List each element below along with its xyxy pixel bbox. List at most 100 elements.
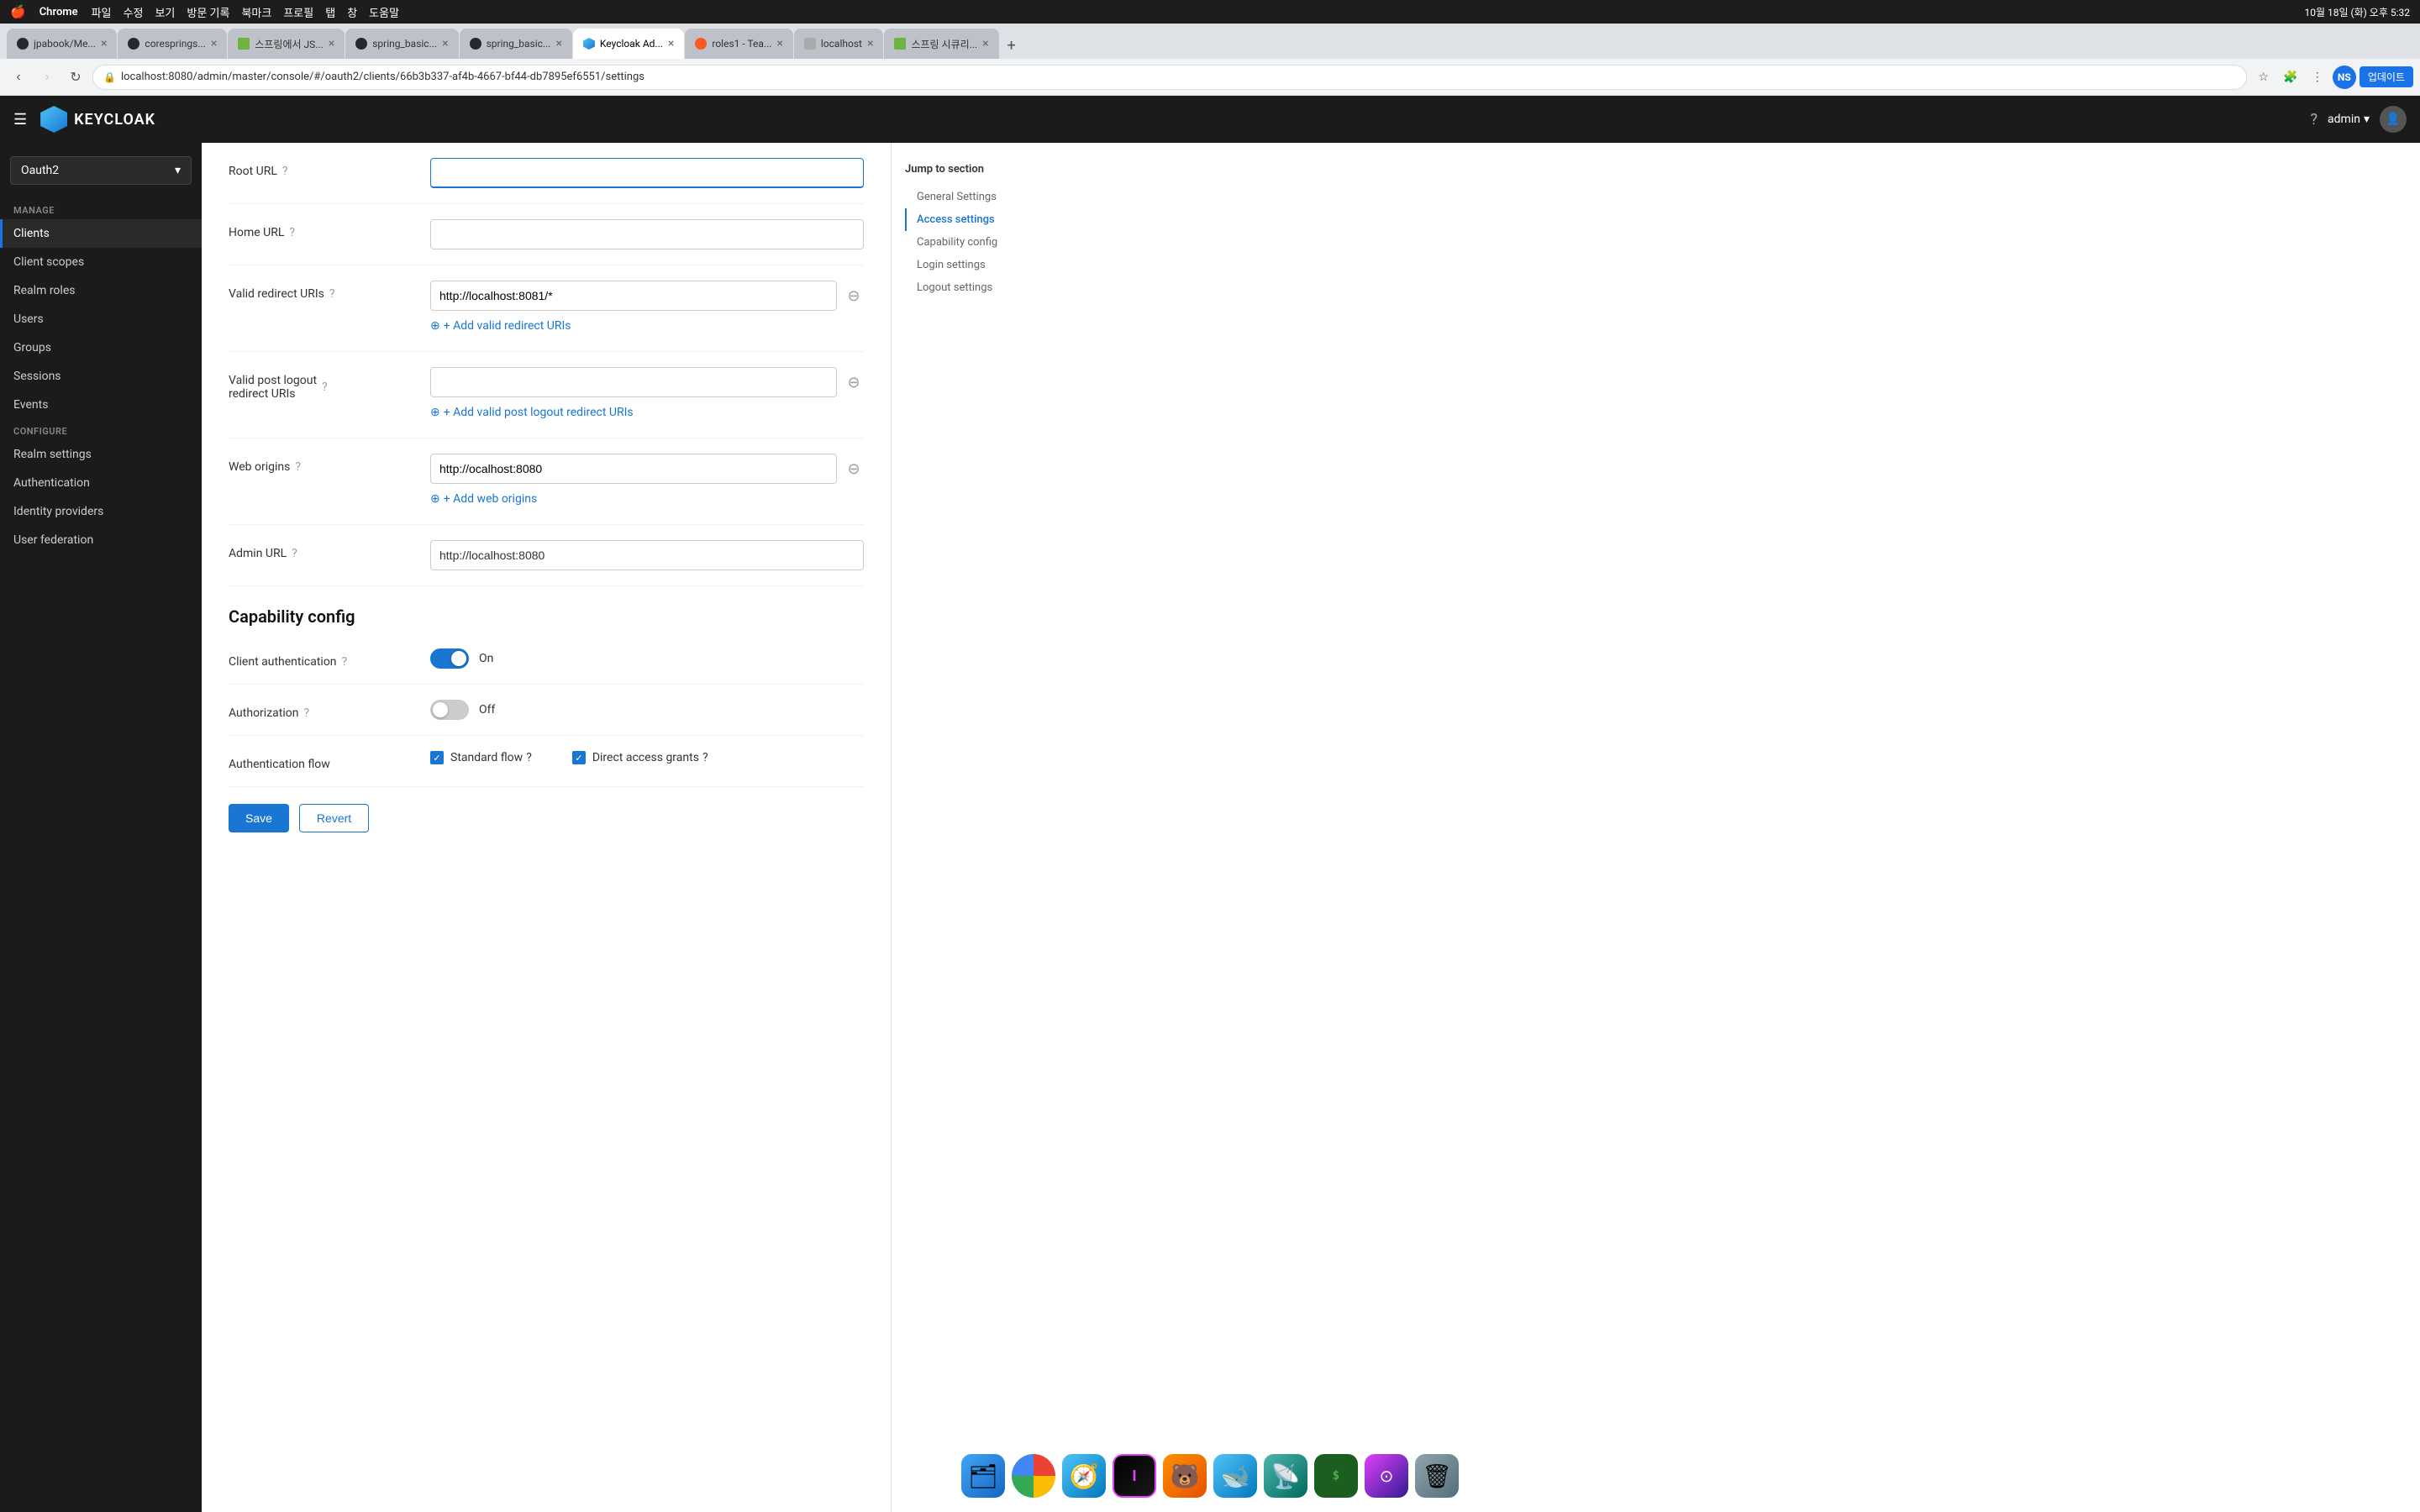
dock-safari-icon[interactable]: 🧭: [1062, 1454, 1106, 1498]
forward-button[interactable]: ›: [35, 66, 59, 89]
sidebar-item-sessions[interactable]: Sessions: [0, 362, 202, 391]
admin-url-help-icon[interactable]: ?: [292, 547, 297, 560]
sidebar-item-realm-settings[interactable]: Realm settings: [0, 440, 202, 469]
sidebar-item-clients[interactable]: Clients: [0, 219, 202, 248]
sidebar-item-identity-providers[interactable]: Identity providers: [0, 497, 202, 526]
tab-close-coresprings[interactable]: ×: [211, 37, 217, 50]
sidebar-item-client-scopes[interactable]: Client scopes: [0, 248, 202, 276]
authorization-toggle-row: Off: [430, 700, 864, 720]
add-post-logout-button[interactable]: ⊕ + Add valid post logout redirect URIs: [430, 402, 864, 423]
dock-docker-icon[interactable]: 🐋: [1213, 1454, 1257, 1498]
tab-close-roles[interactable]: ×: [776, 37, 782, 50]
menu-tab[interactable]: 탭: [325, 4, 335, 20]
post-logout-uri-input[interactable]: [430, 367, 837, 397]
bookmark-star-icon[interactable]: ☆: [2252, 66, 2275, 89]
tab-close-spring-js[interactable]: ×: [329, 37, 334, 50]
menu-edit[interactable]: 수정: [124, 4, 144, 20]
menu-view[interactable]: 보기: [155, 4, 175, 20]
address-bar[interactable]: 🔒 localhost:8080/admin/master/console/#/…: [92, 65, 2247, 90]
web-origins-remove-icon[interactable]: ⊖: [844, 460, 864, 478]
menu-help[interactable]: 도움말: [369, 4, 399, 20]
admin-url-input[interactable]: [430, 540, 864, 570]
extension-icon[interactable]: 🧩: [2279, 66, 2302, 89]
sidebar-item-groups[interactable]: Groups: [0, 333, 202, 362]
tab-close-spring-sec[interactable]: ×: [982, 37, 988, 50]
client-auth-help-icon[interactable]: ?: [342, 655, 348, 669]
admin-menu[interactable]: admin ▾: [2328, 113, 2370, 126]
tab-spring-basic1[interactable]: spring_basic... ×: [345, 29, 458, 59]
tab-keycloak[interactable]: Keycloak Ad... ×: [573, 29, 684, 59]
jump-capability[interactable]: Capability config: [905, 231, 1062, 254]
menu-file[interactable]: 파일: [92, 4, 112, 20]
authorization-toggle[interactable]: [430, 700, 469, 720]
menu-bookmarks[interactable]: 북마크: [241, 4, 271, 20]
tab-roles[interactable]: roles1 - Tea... ×: [685, 29, 793, 59]
menu-dots-icon[interactable]: ⋮: [2306, 66, 2329, 89]
jump-login[interactable]: Login settings: [905, 254, 1062, 276]
apple-menu[interactable]: 🍎: [10, 4, 26, 19]
dock-altair-icon[interactable]: ⊙: [1365, 1454, 1408, 1498]
add-web-origins-button[interactable]: ⊕ + Add web origins: [430, 489, 864, 509]
dock-wireless-icon[interactable]: 📡: [1264, 1454, 1307, 1498]
web-origins-help-icon[interactable]: ?: [295, 460, 301, 474]
direct-access-checkbox[interactable]: ✓: [572, 751, 586, 764]
tab-close-jpabook[interactable]: ×: [101, 37, 107, 50]
dock-intellij-icon[interactable]: I: [1113, 1454, 1156, 1498]
tab-spring-js[interactable]: 스프링에서 JS... ×: [228, 29, 345, 59]
standard-flow-help-icon[interactable]: ?: [526, 751, 532, 764]
menu-history[interactable]: 방문 기록: [187, 4, 229, 20]
tab-close-spring-basic1[interactable]: ×: [442, 37, 448, 50]
menu-profile[interactable]: 프로필: [283, 4, 313, 20]
standard-flow-checkbox[interactable]: ✓: [430, 751, 444, 764]
menu-window[interactable]: 창: [347, 4, 357, 20]
update-button[interactable]: 업데이트: [2360, 66, 2413, 87]
sidebar-item-authentication[interactable]: Authentication: [0, 469, 202, 497]
jump-access[interactable]: Access settings: [905, 208, 1062, 231]
post-logout-help-icon[interactable]: ?: [322, 381, 328, 394]
home-url-help-icon[interactable]: ?: [289, 226, 295, 239]
jump-logout[interactable]: Logout settings: [905, 276, 1062, 299]
sidebar-item-events[interactable]: Events: [0, 391, 202, 419]
sidebar-item-users[interactable]: Users: [0, 305, 202, 333]
dock-bear-icon[interactable]: 🐻: [1163, 1454, 1207, 1498]
jump-general[interactable]: General Settings: [905, 186, 1062, 208]
back-button[interactable]: ‹: [7, 66, 30, 89]
tab-close-keycloak[interactable]: ×: [668, 37, 674, 50]
add-redirect-uri-button[interactable]: ⊕ + Add valid redirect URIs: [430, 316, 864, 336]
post-logout-uri-remove-icon[interactable]: ⊖: [844, 374, 864, 391]
dock-trash-icon[interactable]: 🗑: [1415, 1454, 1459, 1498]
root-url-input[interactable]: [430, 158, 864, 188]
dock-chrome-icon[interactable]: [1012, 1454, 1055, 1498]
hamburger-menu-icon[interactable]: ☰: [13, 111, 27, 129]
client-auth-toggle[interactable]: [430, 648, 469, 669]
direct-access-help-icon[interactable]: ?: [702, 751, 708, 764]
web-origins-input[interactable]: [430, 454, 837, 484]
revert-button[interactable]: Revert: [299, 804, 369, 832]
sidebar-item-realm-roles[interactable]: Realm roles: [0, 276, 202, 305]
realm-selector[interactable]: Oauth2 ▾: [10, 156, 192, 185]
root-url-help-icon[interactable]: ?: [282, 165, 288, 178]
tab-close-localhost[interactable]: ×: [867, 37, 873, 50]
help-icon[interactable]: ?: [2311, 111, 2318, 129]
dock-terminal-icon[interactable]: $: [1314, 1454, 1358, 1498]
tab-spring-sec[interactable]: 스프링 시큐리... ×: [884, 29, 998, 59]
tab-coresprings[interactable]: coresprings... ×: [118, 29, 227, 59]
profile-button[interactable]: NS: [2333, 66, 2356, 89]
redirect-uri-remove-icon[interactable]: ⊖: [844, 287, 864, 305]
tab-localhost[interactable]: localhost ×: [794, 29, 884, 59]
valid-redirect-help-icon[interactable]: ?: [329, 287, 335, 301]
authorization-help-icon[interactable]: ?: [303, 706, 309, 720]
user-avatar[interactable]: 👤: [2380, 106, 2407, 133]
new-tab-button[interactable]: +: [1000, 34, 1023, 57]
tab-jpabook[interactable]: jpabook/Me... ×: [7, 29, 117, 59]
redirect-uri-input[interactable]: [430, 281, 837, 311]
tab-spring-basic2[interactable]: spring_basic... ×: [460, 29, 572, 59]
dock-finder-icon[interactable]: 🗂: [961, 1454, 1005, 1498]
save-button[interactable]: Save: [229, 804, 289, 832]
tab-label-spring-basic1: spring_basic...: [372, 38, 437, 50]
home-url-input[interactable]: [430, 219, 864, 249]
root-url-label: Root URL ?: [229, 158, 430, 178]
sidebar-item-user-federation[interactable]: User federation: [0, 526, 202, 554]
tab-close-spring-basic2[interactable]: ×: [555, 37, 561, 50]
reload-button[interactable]: ↻: [64, 66, 87, 89]
